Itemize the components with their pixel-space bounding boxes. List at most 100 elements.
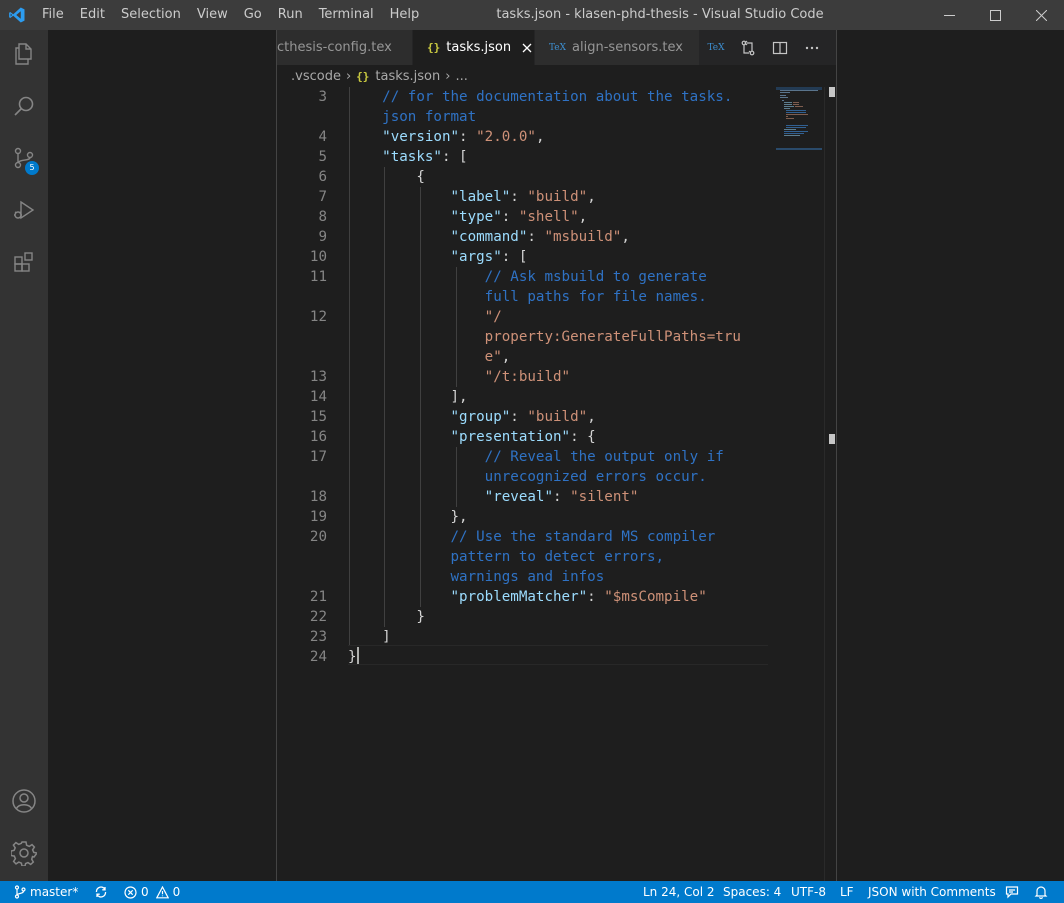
code-token: property:GenerateFullPaths=tru xyxy=(484,329,741,345)
code-line: "version": "2.0.0", xyxy=(348,127,768,147)
code-token: } xyxy=(348,609,425,625)
menu-selection[interactable]: Selection xyxy=(113,0,189,30)
warning-count: 0 xyxy=(172,885,181,899)
line-number: 7 xyxy=(318,189,327,205)
tex-preview-button[interactable]: TeX xyxy=(700,30,732,65)
line-number: 13 xyxy=(309,369,327,385)
explorer-icon xyxy=(15,43,32,65)
sync-button[interactable] xyxy=(94,881,112,903)
error-count: 0 xyxy=(141,885,149,899)
breadcrumb-file[interactable]: tasks.json xyxy=(375,69,440,84)
code-token: { xyxy=(348,169,425,185)
scrollbar-thumb[interactable] xyxy=(829,87,835,97)
compare-changes-icon xyxy=(741,40,755,55)
menu-file[interactable]: File xyxy=(34,0,72,30)
code-line: json format xyxy=(348,107,768,127)
line-number xyxy=(277,567,327,587)
breadcrumb: .vscode › {} tasks.json › ... xyxy=(277,65,836,87)
line-number: 20 xyxy=(309,529,327,545)
indentation-status[interactable]: Spaces: 4 xyxy=(723,881,781,903)
vscode-logo-icon xyxy=(9,7,25,23)
code-token: : xyxy=(527,229,545,245)
extensions-button[interactable] xyxy=(0,238,48,286)
encoding-status[interactable]: UTF-8 xyxy=(791,881,826,903)
breadcrumb-folder[interactable]: .vscode xyxy=(291,69,341,84)
minimize-button[interactable] xyxy=(926,0,972,30)
close-window-button[interactable] xyxy=(1018,0,1064,30)
code-token: : { xyxy=(570,429,596,445)
minimap[interactable] xyxy=(768,87,824,157)
code-line: "/ xyxy=(348,307,768,327)
git-branch-status[interactable]: master* xyxy=(14,881,78,903)
notifications-button[interactable] xyxy=(1034,881,1052,903)
close-icon xyxy=(522,43,532,52)
feedback-button[interactable] xyxy=(1005,881,1023,903)
sync-icon xyxy=(95,886,107,898)
vertical-scrollbar[interactable] xyxy=(824,87,836,881)
activity-bar: 5 xyxy=(0,30,48,881)
menu-edit[interactable]: Edit xyxy=(72,0,113,30)
bell-icon xyxy=(1034,886,1048,899)
code-token: pattern to detect errors, xyxy=(450,549,665,565)
code-line: // Use the standard MS compiler xyxy=(348,527,768,547)
more-actions-button[interactable] xyxy=(796,30,828,65)
menu-go[interactable]: Go xyxy=(236,0,270,30)
cursor-position[interactable]: Ln 24, Col 2 xyxy=(643,881,715,903)
explorer-button[interactable] xyxy=(0,30,48,78)
problems-status[interactable]: 0 0 xyxy=(124,881,180,903)
run-debug-button[interactable] xyxy=(0,186,48,234)
tab-align-sensors[interactable]: TeX align-sensors.tex xyxy=(535,30,700,65)
line-number: 23 xyxy=(309,629,327,645)
status-bar: master* 0 0 Ln 24, Col 2 Spaces: 4 UTF-8… xyxy=(0,881,1064,903)
chevron-right-icon: › xyxy=(345,68,352,84)
code-line: "problemMatcher": "$msCompile" xyxy=(348,587,768,607)
line-number xyxy=(277,467,327,487)
code-line: // for the documentation about the tasks… xyxy=(348,87,768,107)
language-mode-status[interactable]: JSON with Comments xyxy=(868,881,996,903)
json-file-icon: {} xyxy=(356,69,370,83)
manage-button[interactable] xyxy=(0,829,48,877)
menu-run[interactable]: Run xyxy=(270,0,311,30)
split-editor-button[interactable] xyxy=(764,30,796,65)
menu-help[interactable]: Help xyxy=(382,0,428,30)
tab-close-button[interactable] xyxy=(519,40,534,56)
more-ellipsis-icon xyxy=(805,46,819,49)
maximize-button[interactable] xyxy=(972,0,1018,30)
code-line: unrecognized errors occur. xyxy=(348,467,768,487)
code-token: : xyxy=(510,189,528,205)
menu-terminal[interactable]: Terminal xyxy=(311,0,382,30)
account-button[interactable] xyxy=(0,777,48,825)
open-changes-button[interactable] xyxy=(732,30,764,65)
code-token: // Ask msbuild to generate xyxy=(484,269,707,285)
extensions-icon xyxy=(14,252,33,272)
code-lines: // for the documentation about the tasks… xyxy=(348,87,768,667)
line-number xyxy=(277,347,327,367)
line-number: 3 xyxy=(318,89,327,105)
tab-cthesis-config[interactable]: cthesis-config.tex xyxy=(277,30,413,65)
code-line: pattern to detect errors, xyxy=(348,547,768,567)
code-token: "/t:build" xyxy=(484,369,571,385)
code-token: warnings and infos xyxy=(450,569,605,585)
manage-gear-icon xyxy=(11,841,37,866)
source-control-button[interactable]: 5 xyxy=(0,134,48,182)
code-line: }, xyxy=(348,507,768,527)
code-token: "shell" xyxy=(518,209,579,225)
code-line: property:GenerateFullPaths=tru xyxy=(348,327,768,347)
code-editor[interactable]: 3 4 5 6 7 8 9 10 11 12 13 14 15 16 17 18 19 20 21 22 23 24 //… xyxy=(277,87,768,881)
code-line: // Reveal the output only if xyxy=(348,447,768,467)
search-button[interactable] xyxy=(0,82,48,130)
menu-view[interactable]: View xyxy=(189,0,236,30)
tab-tasks-json[interactable]: {} tasks.json xyxy=(413,30,535,65)
eol-status[interactable]: LF xyxy=(840,881,854,903)
breadcrumb-symbols[interactable]: ... xyxy=(455,69,467,84)
code-token: : [ xyxy=(441,149,468,165)
chevron-right-icon: › xyxy=(445,68,451,84)
